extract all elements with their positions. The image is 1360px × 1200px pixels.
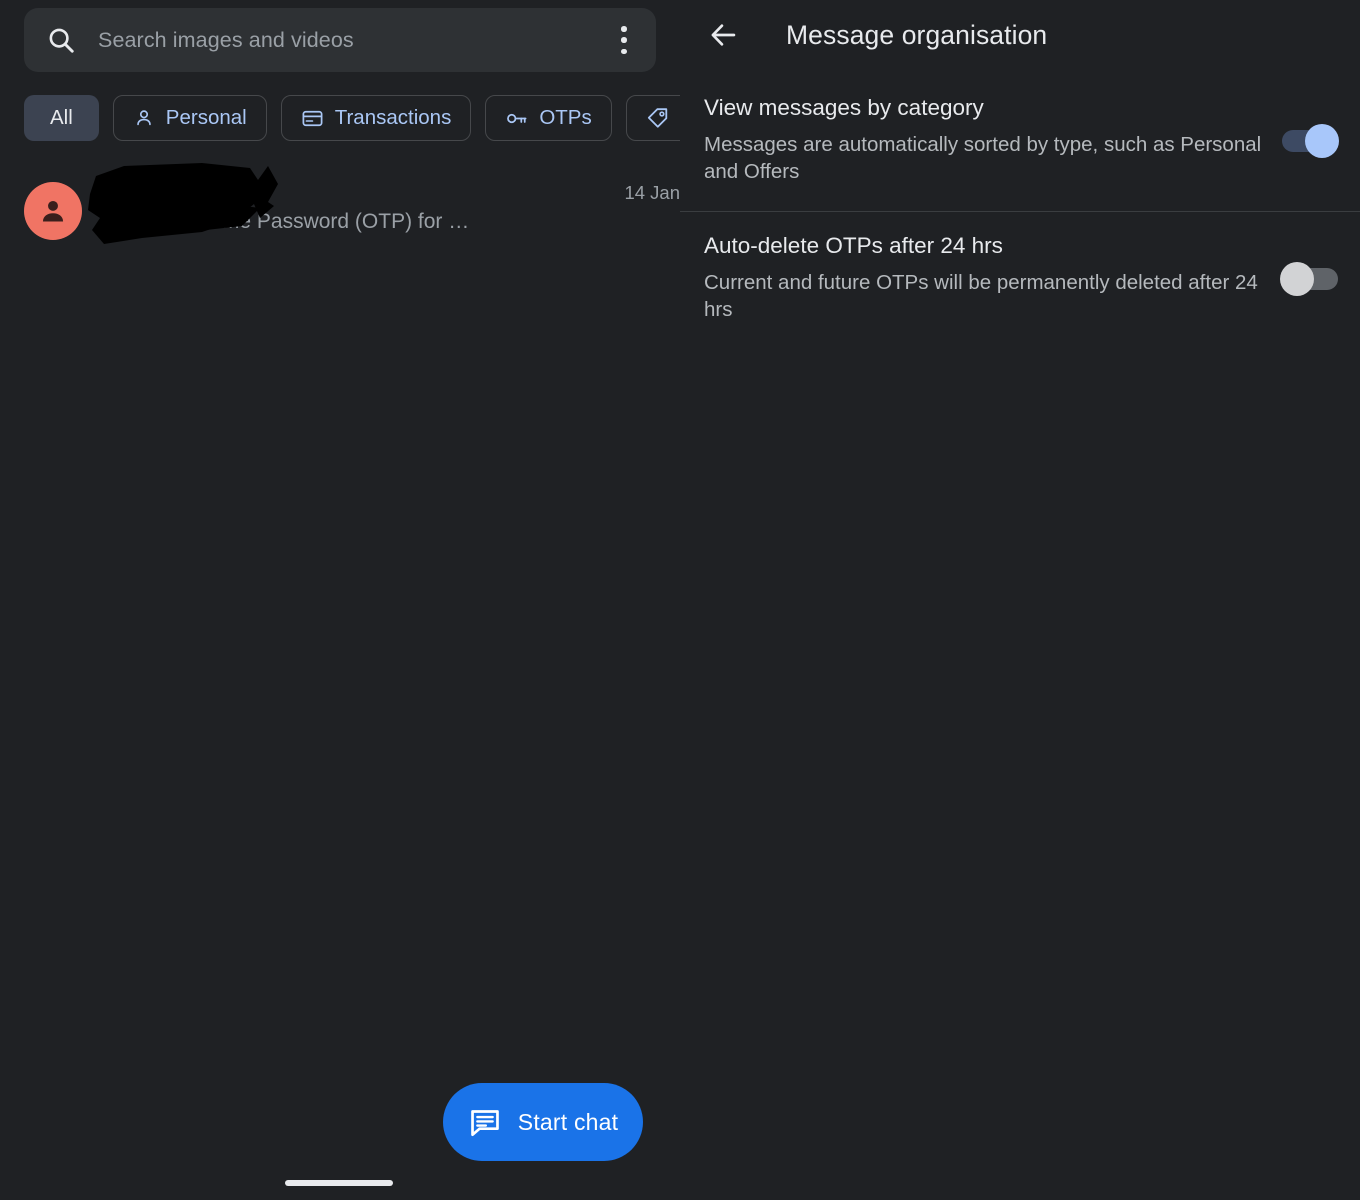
- search-bar[interactable]: Search images and videos: [24, 8, 656, 72]
- credit-card-icon: [301, 107, 324, 130]
- arrow-back-icon[interactable]: [704, 16, 742, 54]
- toggle-knob: [1280, 262, 1314, 296]
- setting-auto-delete-otps[interactable]: Auto-delete OTPs after 24 hrs Current an…: [680, 233, 1360, 323]
- message-organisation-panel: Message organisation View messages by ca…: [680, 0, 1360, 1200]
- chat-message-icon: [468, 1105, 502, 1139]
- filter-chip-all-label: All: [50, 105, 73, 129]
- settings-divider: [680, 211, 1360, 212]
- setting-text-block: Auto-delete OTPs after 24 hrs Current an…: [704, 233, 1282, 323]
- search-icon: [46, 25, 76, 55]
- start-chat-button[interactable]: Start chat: [443, 1083, 643, 1161]
- setting-subtitle: Messages are automatically sorted by typ…: [704, 132, 1262, 183]
- filter-chip-otps-label: OTPs: [539, 105, 592, 129]
- filter-chip-offers[interactable]: [625, 95, 680, 141]
- setting-subtitle: Current and future OTPs will be permanen…: [704, 270, 1258, 321]
- person-avatar-icon: [42, 200, 64, 222]
- conversation-date: 14 Jan: [624, 182, 680, 203]
- setting-text-block: View messages by category Messages are a…: [704, 95, 1282, 185]
- search-input[interactable]: Search images and videos: [98, 28, 610, 53]
- conversation-row[interactable]: is the One Time Password (OTP) for … 14 …: [0, 163, 680, 252]
- conversation-body: is the One Time Password (OTP) for … 14 …: [88, 163, 680, 244]
- toggle-view-by-category[interactable]: [1282, 124, 1339, 158]
- page-title: Message organisation: [786, 19, 1048, 50]
- filter-chip-transactions-label: Transactions: [334, 105, 452, 129]
- tag-icon: [646, 106, 670, 130]
- setting-title: View messages by category: [704, 95, 984, 120]
- filter-chip-otps[interactable]: OTPs: [485, 95, 612, 141]
- filter-chips-row: All Personal Transactions OTPs: [24, 95, 680, 141]
- toggle-auto-delete-otps[interactable]: [1280, 262, 1338, 296]
- home-indicator-left: [285, 1180, 393, 1186]
- filter-chip-all[interactable]: All: [24, 95, 99, 141]
- filter-chip-personal[interactable]: Personal: [112, 95, 267, 141]
- app-screen: Search images and videos All Personal Tr…: [0, 0, 1360, 1200]
- more-vert-icon[interactable]: [610, 23, 638, 57]
- person-icon: [133, 107, 155, 129]
- messages-list-panel: Search images and videos All Personal Tr…: [0, 0, 680, 1200]
- key-icon: [505, 107, 528, 130]
- avatar: [24, 182, 82, 240]
- start-chat-label: Start chat: [517, 1108, 619, 1135]
- toggle-knob: [1305, 124, 1339, 158]
- conversation-preview: is the One Time Password (OTP) for …: [104, 210, 470, 233]
- setting-title: Auto-delete OTPs after 24 hrs: [704, 233, 1003, 258]
- filter-chip-transactions[interactable]: Transactions: [280, 95, 472, 141]
- filter-chip-personal-label: Personal: [165, 105, 247, 129]
- settings-header: Message organisation: [680, 0, 1360, 70]
- setting-view-by-category[interactable]: View messages by category Messages are a…: [680, 95, 1360, 185]
